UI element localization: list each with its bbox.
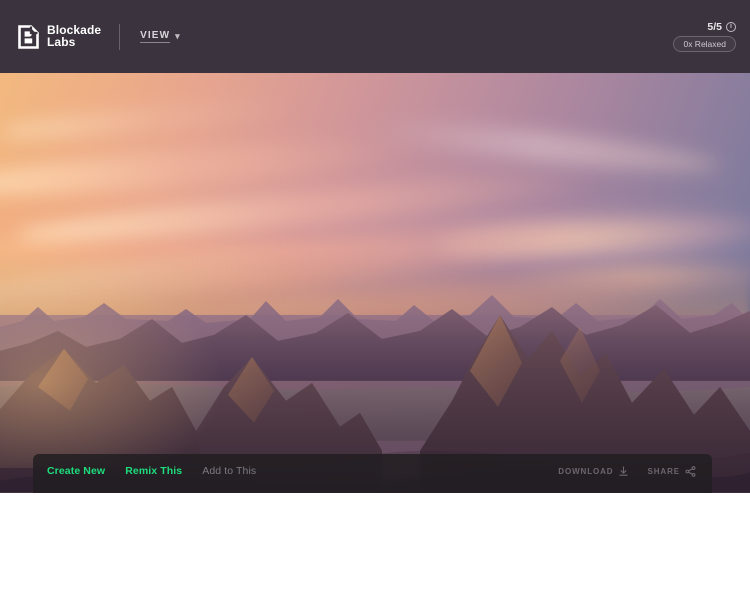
download-label: DOWNLOAD [558,466,614,476]
panel-tabs-row: Create New Remix This Add to This DOWNLO… [33,454,712,488]
credits-counter[interactable]: 5/5 i [707,21,736,33]
mode-tabs: Create New Remix This Add to This [47,465,256,477]
panel-actions: DOWNLOAD SHARE [558,465,696,477]
prompt-field-wrap [47,488,696,493]
share-button[interactable]: SHARE [647,465,696,477]
skybox-viewport[interactable]: Create New Remix This Add to This DOWNLO… [0,73,750,493]
credits-value: 5/5 [707,21,722,33]
app-header: Blockade Labs VIEW ▾ 5/5 i 0x Relaxed [0,0,750,73]
share-icon [685,465,696,477]
header-divider [119,23,121,50]
share-label: SHARE [647,466,680,476]
header-right: 5/5 i 0x Relaxed [673,21,750,52]
tab-remix-this[interactable]: Remix This [125,465,182,477]
blockade-b-logo-icon[interactable] [18,24,39,49]
info-icon[interactable]: i [726,22,736,32]
brand-wordmark: Blockade Labs [47,24,101,49]
prompt-panel[interactable]: Create New Remix This Add to This DOWNLO… [33,454,712,493]
queue-status-badge[interactable]: 0x Relaxed [673,36,736,52]
download-icon [618,465,629,477]
brand-line-2: Labs [47,34,76,49]
view-dropdown[interactable]: VIEW ▾ [140,30,181,43]
chevron-down-icon: ▾ [175,31,181,41]
download-button[interactable]: DOWNLOAD [558,465,629,477]
prompt-input[interactable] [47,488,696,493]
header-left: Blockade Labs VIEW ▾ [0,23,181,50]
tab-create-new[interactable]: Create New [47,465,105,477]
view-label: VIEW [140,30,171,43]
tab-add-to-this[interactable]: Add to This [202,465,256,477]
panel-prompt-row [33,488,712,493]
